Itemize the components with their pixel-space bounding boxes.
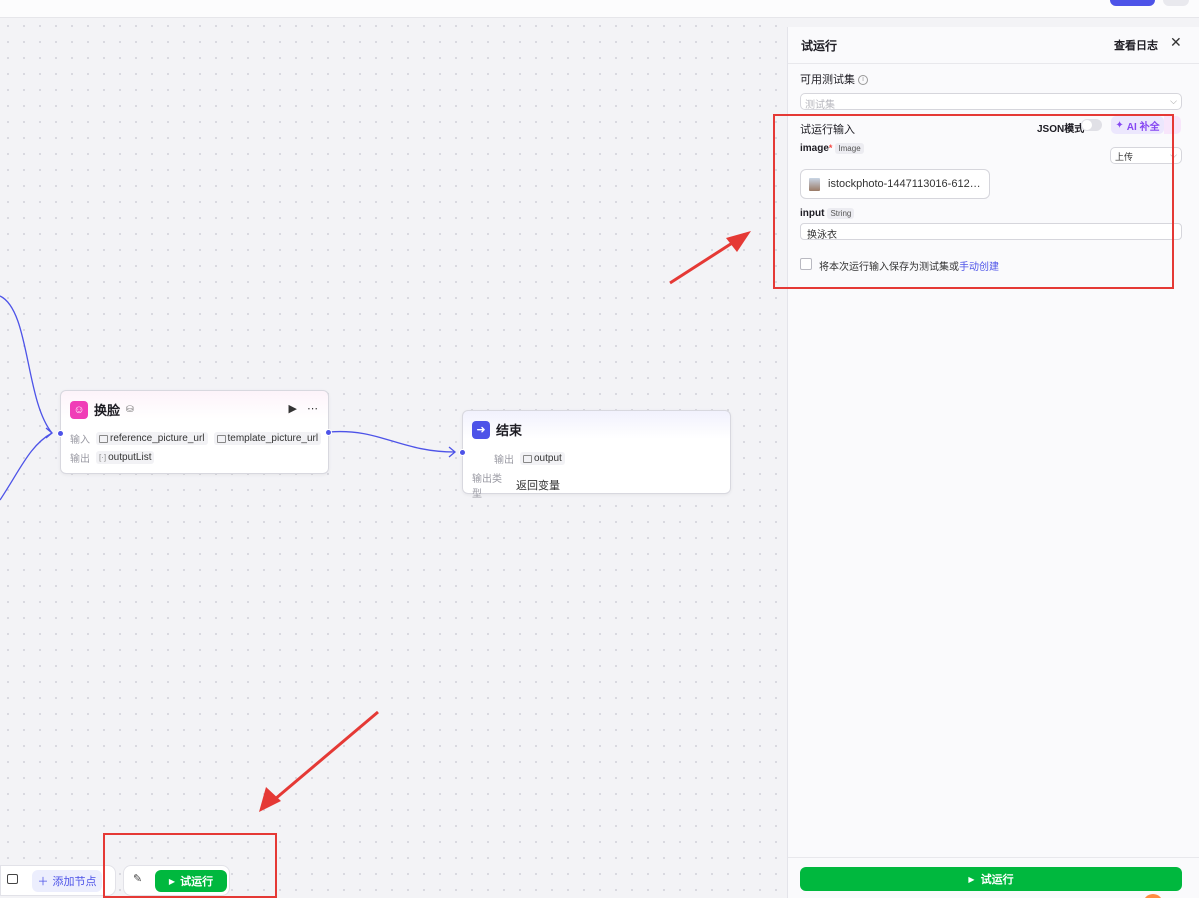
canvas-toolbar-left: ＋ 添加节点 xyxy=(0,865,116,896)
top-bar xyxy=(0,0,1199,18)
testset-select[interactable]: 测试集 ⌵ xyxy=(800,93,1182,111)
input-port[interactable] xyxy=(57,430,64,437)
testset-placeholder: 测试集 xyxy=(805,100,835,111)
list-icon: [·] xyxy=(99,453,107,462)
input-tag-template: template_picture_url xyxy=(213,432,322,445)
output-port[interactable] xyxy=(325,429,332,436)
output-tag: [·] outputList xyxy=(96,451,155,464)
publish-button[interactable] xyxy=(1110,0,1155,6)
play-icon: ▶ xyxy=(968,874,975,884)
output-type-label: 输出类型 xyxy=(472,474,502,500)
end-output-row: 输出 output xyxy=(472,451,565,466)
add-node-button[interactable]: ＋ 添加节点 xyxy=(32,870,102,892)
testset-label: 可用测试集 xyxy=(800,74,855,86)
divider xyxy=(788,857,1199,858)
panel-title: 试运行 xyxy=(801,39,838,53)
output-tag: output xyxy=(520,452,565,465)
input-port[interactable] xyxy=(459,449,466,456)
faceswap-node-header: ☺ 换脸 ⛁ xyxy=(70,400,134,419)
close-icon[interactable]: ✕ xyxy=(1170,34,1182,51)
image-icon xyxy=(523,454,532,463)
output-type-value: 返回变量 xyxy=(516,480,560,492)
view-log-link[interactable]: 查看日志 xyxy=(1114,37,1158,53)
panel-run-label: 试运行 xyxy=(980,874,1014,886)
annotation-box-run-button xyxy=(103,833,277,898)
end-output-type-row: 输出类型 返回变量 xyxy=(472,470,560,500)
plus-icon: ＋ xyxy=(37,876,49,888)
divider xyxy=(788,63,1199,64)
exit-icon: ➜ xyxy=(472,420,490,439)
faceswap-node[interactable]: ☺ 换脸 ⛁ ▶ ⋯ 输入 reference_picture_url temp… xyxy=(57,390,332,474)
end-node-header: ➜ 结束 xyxy=(472,420,522,439)
testset-label-row: 可用测试集 i xyxy=(800,71,868,87)
image-icon xyxy=(216,434,226,443)
input-label: 输入 xyxy=(70,435,90,446)
end-node[interactable]: ➜ 结束 输出 output 输出类型 返回变量 xyxy=(459,410,731,500)
more-icon[interactable]: ⋯ xyxy=(307,402,318,415)
run-node-icon[interactable]: ▶ xyxy=(289,402,297,415)
faceswap-output-row: 输出 [·] outputList xyxy=(70,450,155,465)
node-actions: ▶ ⋯ xyxy=(289,402,318,415)
comment-icon[interactable] xyxy=(7,874,18,884)
chevron-down-icon: ⌵ xyxy=(1170,96,1177,106)
more-button[interactable] xyxy=(1163,0,1189,6)
output-label: 输出 xyxy=(494,455,514,466)
image-icon xyxy=(99,434,108,443)
panel-run-button[interactable]: ▶ 试运行 xyxy=(800,867,1182,891)
end-node-title: 结束 xyxy=(496,423,523,438)
faceswap-node-title: 换脸 xyxy=(94,403,121,418)
output-label: 输出 xyxy=(70,454,90,465)
faceswap-input-row: 输入 reference_picture_url template_pictur… xyxy=(70,431,322,446)
annotation-box-run-input xyxy=(773,114,1174,289)
add-node-label: 添加节点 xyxy=(52,876,97,888)
face-icon: ☺ xyxy=(70,400,88,419)
plugin-icon: ⛁ xyxy=(126,404,134,414)
info-icon: i xyxy=(858,75,868,86)
input-tag-reference: reference_picture_url xyxy=(96,432,208,445)
